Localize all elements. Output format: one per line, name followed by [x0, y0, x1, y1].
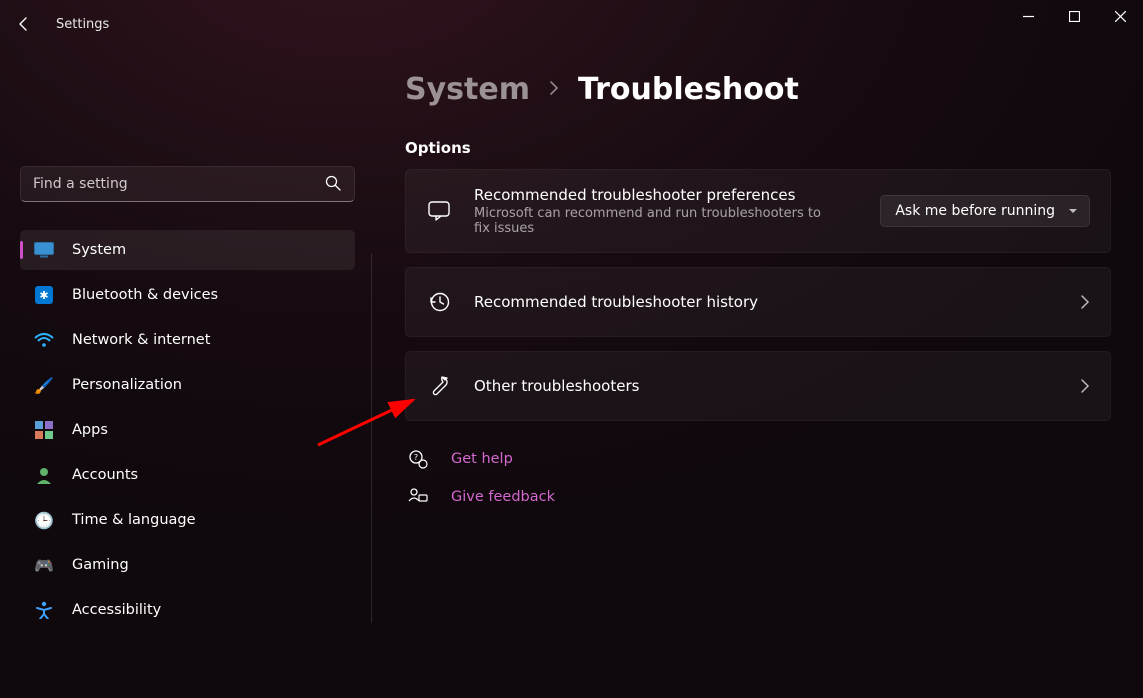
chevron-right-icon	[548, 79, 560, 101]
card-subtitle: Microsoft can recommend and run troubles…	[474, 206, 834, 236]
link-label: Get help	[451, 451, 513, 467]
search-input[interactable]	[20, 166, 355, 202]
globe-clock-icon: 🕒	[34, 510, 54, 530]
maximize-button[interactable]	[1051, 0, 1097, 32]
main-content: System Troubleshoot Options Recommended …	[375, 48, 1143, 698]
card-title: Other troubleshooters	[474, 377, 1058, 395]
bluetooth-icon: ✱	[34, 285, 54, 305]
sidebar-item-accessibility[interactable]: Accessibility	[20, 590, 355, 630]
preferences-dropdown[interactable]: Ask me before running	[880, 195, 1090, 227]
sidebar-item-label: Accessibility	[72, 602, 161, 618]
monitor-icon	[34, 240, 54, 260]
close-button[interactable]	[1097, 0, 1143, 32]
card-troubleshooter-preferences[interactable]: Recommended troubleshooter preferences M…	[405, 169, 1111, 253]
card-title: Recommended troubleshooter history	[474, 293, 1058, 311]
sidebar-divider	[371, 253, 372, 623]
sidebar-item-apps[interactable]: Apps	[20, 410, 355, 450]
history-icon	[426, 291, 452, 313]
sidebar-item-label: Time & language	[72, 512, 196, 528]
sidebar-item-label: Bluetooth & devices	[72, 287, 218, 303]
window-controls	[1005, 0, 1143, 32]
sidebar-item-system[interactable]: System	[20, 230, 355, 270]
card-troubleshooter-history[interactable]: Recommended troubleshooter history	[405, 267, 1111, 337]
sidebar-item-label: System	[72, 242, 126, 258]
sidebar: System ✱ Bluetooth & devices Network & i…	[0, 48, 375, 698]
card-other-troubleshooters[interactable]: Other troubleshooters	[405, 351, 1111, 421]
svg-text:?: ?	[414, 453, 418, 462]
person-icon	[34, 465, 54, 485]
sidebar-item-label: Gaming	[72, 557, 129, 573]
feedback-icon	[405, 487, 431, 507]
apps-icon	[34, 420, 54, 440]
sidebar-item-label: Apps	[72, 422, 108, 438]
breadcrumb: System Troubleshoot	[405, 72, 1111, 107]
sidebar-item-accounts[interactable]: Accounts	[20, 455, 355, 495]
sidebar-item-label: Accounts	[72, 467, 138, 483]
help-icon: ?	[405, 449, 431, 469]
card-title: Recommended troubleshooter preferences	[474, 186, 858, 204]
sidebar-item-bluetooth[interactable]: ✱ Bluetooth & devices	[20, 275, 355, 315]
nav-list: System ✱ Bluetooth & devices Network & i…	[20, 230, 355, 630]
search-icon	[325, 175, 341, 195]
back-button[interactable]	[0, 0, 48, 48]
sidebar-item-label: Personalization	[72, 377, 182, 393]
link-get-help[interactable]: ? Get help	[405, 449, 1111, 469]
gamepad-icon: 🎮	[34, 555, 54, 575]
app-title: Settings	[56, 17, 109, 32]
section-label-options: Options	[405, 139, 1111, 157]
sidebar-item-label: Network & internet	[72, 332, 210, 348]
sidebar-item-time[interactable]: 🕒 Time & language	[20, 500, 355, 540]
link-label: Give feedback	[451, 489, 555, 505]
page-title: Troubleshoot	[578, 72, 799, 107]
sidebar-item-network[interactable]: Network & internet	[20, 320, 355, 360]
accessibility-icon	[34, 600, 54, 620]
wrench-icon	[426, 375, 452, 397]
titlebar: Settings	[0, 0, 1143, 48]
link-give-feedback[interactable]: Give feedback	[405, 487, 1111, 507]
brush-icon: 🖌️	[34, 375, 54, 395]
chat-icon	[426, 200, 452, 222]
sidebar-item-personalization[interactable]: 🖌️ Personalization	[20, 365, 355, 405]
minimize-button[interactable]	[1005, 0, 1051, 32]
breadcrumb-parent[interactable]: System	[405, 72, 530, 107]
chevron-right-icon	[1080, 294, 1090, 310]
chevron-right-icon	[1080, 378, 1090, 394]
sidebar-item-gaming[interactable]: 🎮 Gaming	[20, 545, 355, 585]
wifi-icon	[34, 330, 54, 350]
